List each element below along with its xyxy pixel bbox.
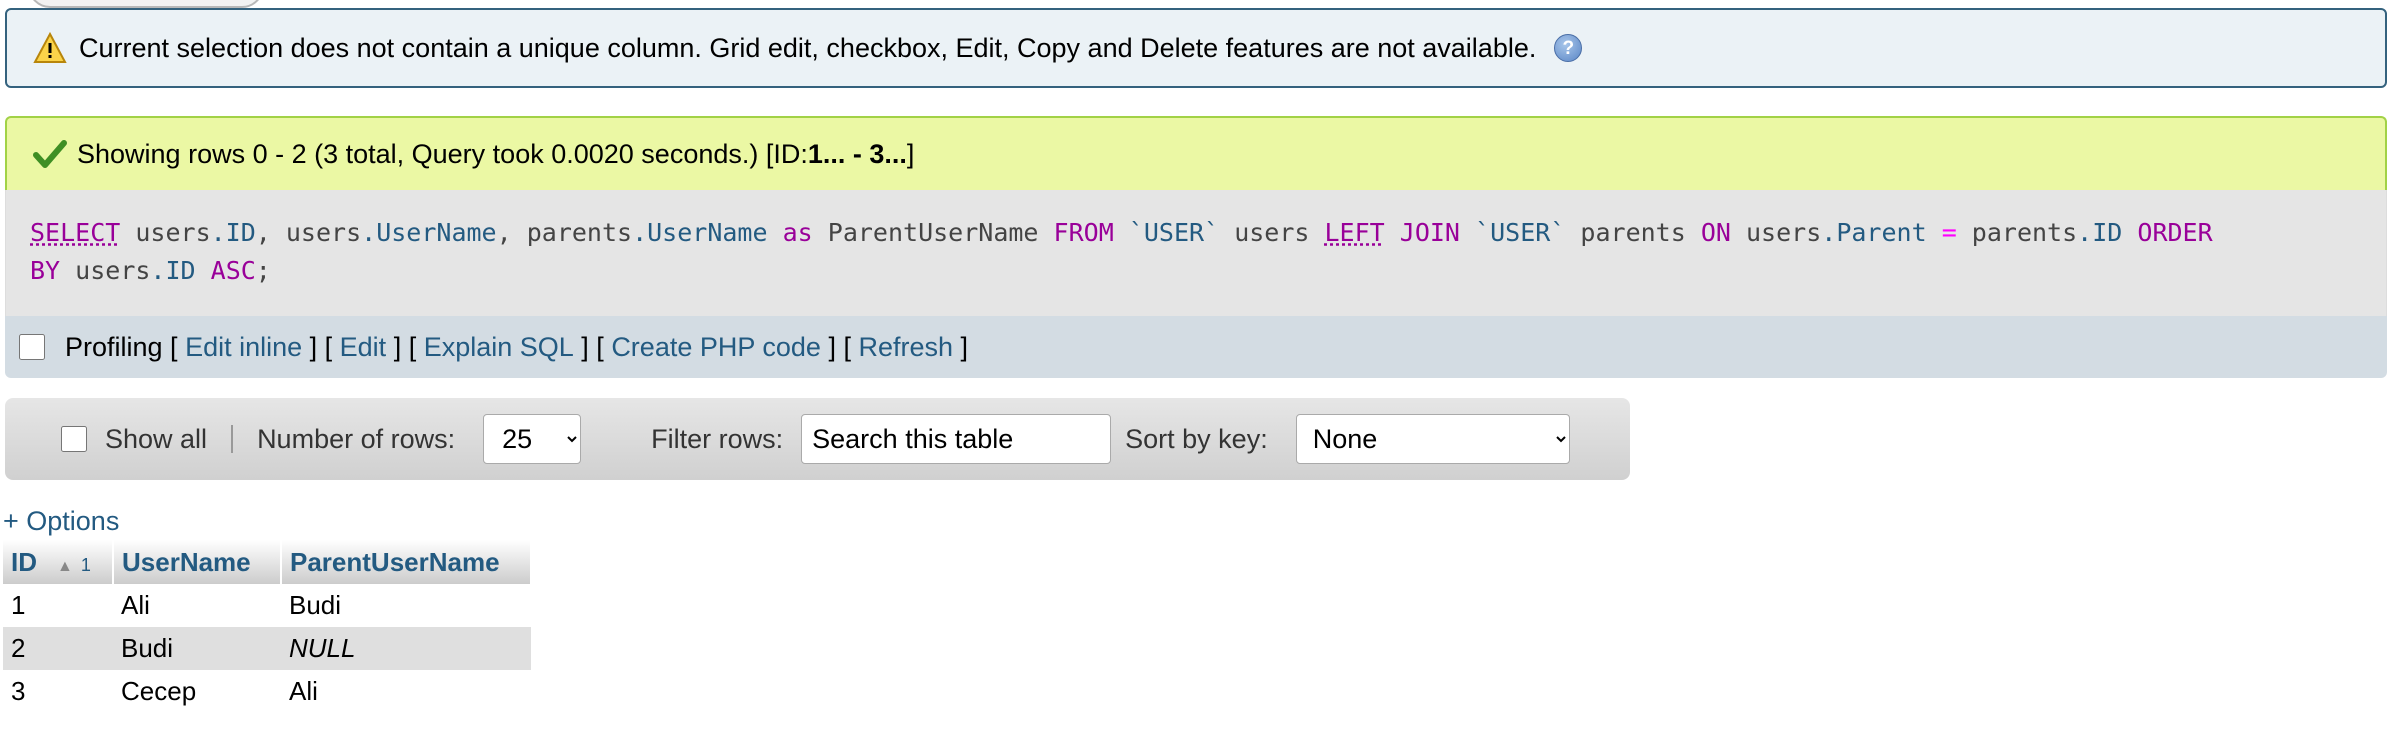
column-header-id[interactable]: ID ▲ 1 [3,540,114,584]
cell-parentusername: Ali [281,670,531,713]
help-icon[interactable]: ? [1554,34,1583,62]
cell-id: 1 [3,584,113,627]
table-row: 1 Ali Budi [3,584,531,627]
cell-username: Budi [113,627,281,670]
show-all-checkbox[interactable] [61,426,87,452]
number-of-rows-label: Number of rows: [257,423,456,454]
filter-rows-label: Filter rows: [651,423,784,454]
sort-order-number: 1 [80,554,91,575]
sql-query-box: SELECT users.ID, users.UserName, parents… [5,190,2387,316]
success-range: 1... - 3... [807,138,907,169]
sort-asc-icon: ▲ [57,557,73,575]
profiling-label: Profiling [65,331,163,362]
edit-link[interactable]: Edit [340,332,387,363]
cell-parentusername: NULL [281,627,531,670]
check-icon [33,140,67,168]
notice-text: Current selection does not contain a uni… [79,32,1537,63]
table-row: 3 Cecep Ali [3,670,531,713]
table-navigation-bar: Show all Number of rows: 25 Filter rows:… [5,398,1630,480]
success-close: ] [906,138,915,169]
edit-inline-link[interactable]: Edit inline [185,332,302,363]
column-header-username[interactable]: UserName [113,540,282,584]
warning-icon [33,32,67,63]
explain-sql-link[interactable]: Explain SQL [424,332,574,363]
cell-username: Ali [113,584,281,627]
success-message: Showing rows 0 - 2 (3 total, Query took … [5,116,2387,190]
top-button-fragment[interactable] [28,0,264,8]
results-table: ID ▲ 1 UserName ParentUserName 1 Ali Budi … [3,540,532,713]
cell-id: 2 [3,627,113,670]
number-of-rows-select[interactable]: 25 [483,414,582,464]
show-all-label: Show all [105,423,208,454]
divider [231,425,234,453]
sort-by-key-select[interactable]: None [1295,414,1570,464]
cell-username: Cecep [113,670,281,713]
column-header-parentusername[interactable]: ParentUserName [281,540,532,584]
table-row: 2 Budi NULL [3,627,531,670]
sql-line-1: SELECT users.ID, users.UserName, parents… [30,218,2213,247]
profiling-checkbox[interactable] [19,334,45,360]
filter-rows-input[interactable]: Search this table [801,414,1112,464]
refresh-link[interactable]: Refresh [858,332,953,363]
sort-by-key-label: Sort by key: [1125,423,1268,454]
success-text: Showing rows 0 - 2 (3 total, Query took … [77,138,808,169]
notice-message: Current selection does not contain a uni… [5,8,2387,88]
sql-tools-bar: Profiling [ Edit inline ] [ Edit ] [ Exp… [5,316,2387,378]
sql-line-2: BY users.ID ASC; [30,256,271,285]
options-link[interactable]: + Options [3,506,119,537]
cell-id: 3 [3,670,113,713]
cell-parentusername: Budi [281,584,531,627]
create-php-link[interactable]: Create PHP code [611,332,821,363]
